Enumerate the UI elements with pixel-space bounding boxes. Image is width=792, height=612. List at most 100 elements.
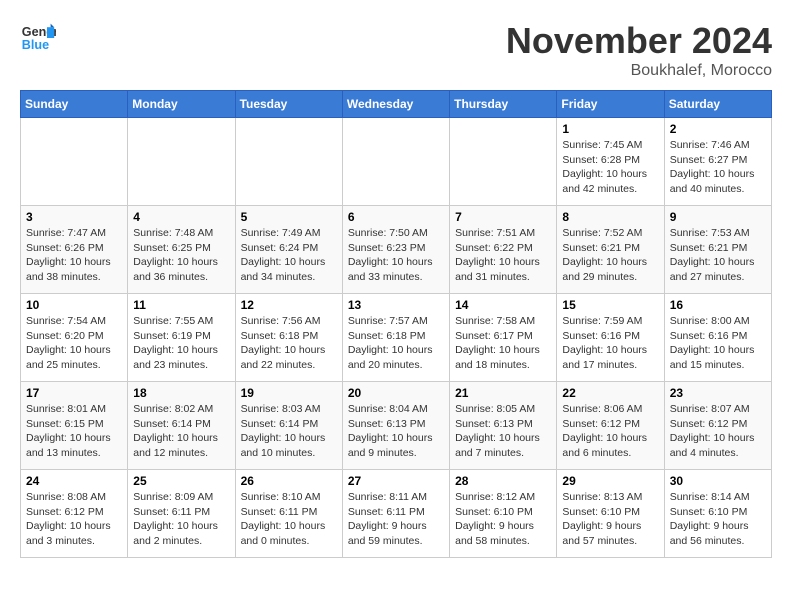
table-row: 2 Sunrise: 7:46 AM Sunset: 6:27 PM Daylig… [664, 118, 771, 206]
header: General Blue November 2024 Boukhalef, Mo… [20, 20, 772, 80]
day-info: Sunrise: 7:53 AM Sunset: 6:21 PM Dayligh… [670, 226, 766, 285]
table-row: 11 Sunrise: 7:55 AM Sunset: 6:19 PM Dayli… [128, 294, 235, 382]
day-info: Sunrise: 7:56 AM Sunset: 6:18 PM Dayligh… [241, 314, 337, 373]
day-number: 28 [455, 474, 551, 488]
day-info: Sunrise: 8:04 AM Sunset: 6:13 PM Dayligh… [348, 402, 444, 461]
table-row: 26Sunrise: 8:10 AM Sunset: 6:11 PM Dayli… [235, 470, 342, 558]
header-saturday: Saturday [664, 91, 771, 118]
day-info: Sunrise: 8:00 AM Sunset: 6:16 PM Dayligh… [670, 314, 766, 373]
location: Boukhalef, Morocco [506, 62, 772, 80]
day-info: Sunrise: 7:57 AM Sunset: 6:18 PM Dayligh… [348, 314, 444, 373]
day-info: Sunrise: 8:02 AM Sunset: 6:14 PM Dayligh… [133, 402, 229, 461]
calendar-week-row: 10 Sunrise: 7:54 AM Sunset: 6:20 PM Dayli… [21, 294, 772, 382]
day-info: Sunrise: 8:03 AM Sunset: 6:14 PM Dayligh… [241, 402, 337, 461]
day-number: 3 [26, 210, 122, 224]
day-number: 18 [133, 386, 229, 400]
title-block: November 2024 Boukhalef, Morocco [506, 20, 772, 80]
table-row [128, 118, 235, 206]
day-number: 11 [133, 298, 229, 312]
day-number: 2 [670, 122, 766, 136]
table-row: 28Sunrise: 8:12 AM Sunset: 6:10 PM Dayli… [450, 470, 557, 558]
day-number: 5 [241, 210, 337, 224]
table-row: 6 Sunrise: 7:50 AM Sunset: 6:23 PM Daylig… [342, 206, 449, 294]
day-info: Sunrise: 7:49 AM Sunset: 6:24 PM Dayligh… [241, 226, 337, 285]
day-info: Sunrise: 8:05 AM Sunset: 6:13 PM Dayligh… [455, 402, 551, 461]
day-number: 8 [562, 210, 658, 224]
table-row [21, 118, 128, 206]
day-info: Sunrise: 7:47 AM Sunset: 6:26 PM Dayligh… [26, 226, 122, 285]
header-monday: Monday [128, 91, 235, 118]
table-row: 1Sunrise: 7:45 AM Sunset: 6:28 PM Daylig… [557, 118, 664, 206]
day-info: Sunrise: 8:08 AM Sunset: 6:12 PM Dayligh… [26, 490, 122, 549]
header-wednesday: Wednesday [342, 91, 449, 118]
table-row: 17 Sunrise: 8:01 AM Sunset: 6:15 PM Dayli… [21, 382, 128, 470]
day-info: Sunrise: 7:59 AM Sunset: 6:16 PM Dayligh… [562, 314, 658, 373]
day-number: 17 [26, 386, 122, 400]
day-info: Sunrise: 7:45 AM Sunset: 6:28 PM Dayligh… [562, 138, 658, 197]
header-sunday: Sunday [21, 91, 128, 118]
day-number: 23 [670, 386, 766, 400]
table-row [342, 118, 449, 206]
day-number: 16 [670, 298, 766, 312]
calendar-week-row: 1Sunrise: 7:45 AM Sunset: 6:28 PM Daylig… [21, 118, 772, 206]
day-info: Sunrise: 7:48 AM Sunset: 6:25 PM Dayligh… [133, 226, 229, 285]
table-row: 10 Sunrise: 7:54 AM Sunset: 6:20 PM Dayli… [21, 294, 128, 382]
day-info: Sunrise: 7:46 AM Sunset: 6:27 PM Dayligh… [670, 138, 766, 197]
day-number: 21 [455, 386, 551, 400]
day-info: Sunrise: 8:01 AM Sunset: 6:15 PM Dayligh… [26, 402, 122, 461]
day-info: Sunrise: 8:07 AM Sunset: 6:12 PM Dayligh… [670, 402, 766, 461]
table-row: 27 Sunrise: 8:11 AM Sunset: 6:11 PM Dayli… [342, 470, 449, 558]
day-number: 13 [348, 298, 444, 312]
day-number: 15 [562, 298, 658, 312]
table-row [450, 118, 557, 206]
day-info: Sunrise: 8:14 AM Sunset: 6:10 PM Dayligh… [670, 490, 766, 549]
table-row: 18 Sunrise: 8:02 AM Sunset: 6:14 PM Dayli… [128, 382, 235, 470]
day-info: Sunrise: 7:58 AM Sunset: 6:17 PM Dayligh… [455, 314, 551, 373]
day-number: 6 [348, 210, 444, 224]
day-info: Sunrise: 7:50 AM Sunset: 6:23 PM Dayligh… [348, 226, 444, 285]
day-number: 26 [241, 474, 337, 488]
day-number: 30 [670, 474, 766, 488]
header-friday: Friday [557, 91, 664, 118]
calendar-week-row: 3 Sunrise: 7:47 AM Sunset: 6:26 PM Daylig… [21, 206, 772, 294]
table-row: 21 Sunrise: 8:05 AM Sunset: 6:13 PM Dayli… [450, 382, 557, 470]
table-row: 30 Sunrise: 8:14 AM Sunset: 6:10 PM Dayli… [664, 470, 771, 558]
day-number: 27 [348, 474, 444, 488]
day-number: 24 [26, 474, 122, 488]
table-row: 4 Sunrise: 7:48 AM Sunset: 6:25 PM Daylig… [128, 206, 235, 294]
table-row: 23 Sunrise: 8:07 AM Sunset: 6:12 PM Dayli… [664, 382, 771, 470]
day-number: 4 [133, 210, 229, 224]
day-number: 25 [133, 474, 229, 488]
calendar-week-row: 24 Sunrise: 8:08 AM Sunset: 6:12 PM Dayli… [21, 470, 772, 558]
day-info: Sunrise: 8:13 AM Sunset: 6:10 PM Dayligh… [562, 490, 658, 549]
table-row: 29Sunrise: 8:13 AM Sunset: 6:10 PM Dayli… [557, 470, 664, 558]
table-row: 5 Sunrise: 7:49 AM Sunset: 6:24 PM Daylig… [235, 206, 342, 294]
day-info: Sunrise: 7:54 AM Sunset: 6:20 PM Dayligh… [26, 314, 122, 373]
table-row: 24 Sunrise: 8:08 AM Sunset: 6:12 PM Dayli… [21, 470, 128, 558]
table-row: 3 Sunrise: 7:47 AM Sunset: 6:26 PM Daylig… [21, 206, 128, 294]
day-number: 10 [26, 298, 122, 312]
day-info: Sunrise: 7:52 AM Sunset: 6:21 PM Dayligh… [562, 226, 658, 285]
day-info: Sunrise: 8:06 AM Sunset: 6:12 PM Dayligh… [562, 402, 658, 461]
weekday-header-row: Sunday Monday Tuesday Wednesday Thursday… [21, 91, 772, 118]
table-row: 16 Sunrise: 8:00 AM Sunset: 6:16 PM Dayli… [664, 294, 771, 382]
header-thursday: Thursday [450, 91, 557, 118]
table-row: 19Sunrise: 8:03 AM Sunset: 6:14 PM Dayli… [235, 382, 342, 470]
table-row: 9 Sunrise: 7:53 AM Sunset: 6:21 PM Daylig… [664, 206, 771, 294]
table-row: 15 Sunrise: 7:59 AM Sunset: 6:16 PM Dayli… [557, 294, 664, 382]
table-row: 22Sunrise: 8:06 AM Sunset: 6:12 PM Dayli… [557, 382, 664, 470]
day-info: Sunrise: 8:09 AM Sunset: 6:11 PM Dayligh… [133, 490, 229, 549]
calendar-week-row: 17 Sunrise: 8:01 AM Sunset: 6:15 PM Dayli… [21, 382, 772, 470]
table-row: 13 Sunrise: 7:57 AM Sunset: 6:18 PM Dayli… [342, 294, 449, 382]
day-info: Sunrise: 8:11 AM Sunset: 6:11 PM Dayligh… [348, 490, 444, 549]
day-info: Sunrise: 7:55 AM Sunset: 6:19 PM Dayligh… [133, 314, 229, 373]
day-number: 14 [455, 298, 551, 312]
calendar-table: Sunday Monday Tuesday Wednesday Thursday… [20, 90, 772, 558]
table-row: 12 Sunrise: 7:56 AM Sunset: 6:18 PM Dayli… [235, 294, 342, 382]
table-row: 25 Sunrise: 8:09 AM Sunset: 6:11 PM Dayli… [128, 470, 235, 558]
table-row: 8 Sunrise: 7:52 AM Sunset: 6:21 PM Daylig… [557, 206, 664, 294]
table-row [235, 118, 342, 206]
day-number: 12 [241, 298, 337, 312]
month-title: November 2024 [506, 20, 772, 62]
day-number: 9 [670, 210, 766, 224]
